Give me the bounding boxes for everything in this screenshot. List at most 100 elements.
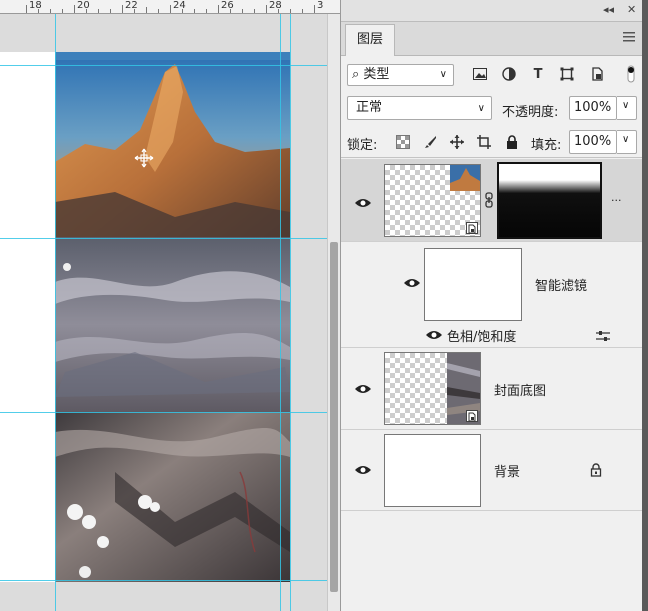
layer-row-cover-base[interactable]: 封面底图	[341, 348, 643, 430]
right-edge-strip	[642, 0, 648, 611]
ruler-tick	[218, 5, 219, 13]
tab-layers[interactable]: 图层	[345, 24, 395, 56]
layer-filter-row: ⌕ 类型 ∨ T	[341, 56, 643, 92]
filter-smart-objects-icon[interactable]	[588, 65, 606, 83]
move-cursor-icon	[134, 148, 154, 168]
layer-name: 背景	[494, 465, 521, 480]
blend-mode-row: 正常 ∨ 不透明度: 100% ∨	[341, 92, 643, 128]
ruler-label: 26	[221, 0, 234, 11]
ruler-label: 20	[77, 0, 90, 11]
lock-image-pixels-brush-icon[interactable]	[421, 133, 439, 151]
guide-line-horizontal[interactable]	[0, 580, 327, 581]
ruler-label: 24	[173, 0, 186, 11]
filter-effect-name[interactable]: 色相/饱和度	[447, 326, 516, 345]
guide-line-horizontal[interactable]	[0, 65, 327, 66]
guide-line-vertical[interactable]	[280, 14, 281, 611]
canvas-area[interactable]: 18 20 22 24 26 28 3	[0, 0, 340, 611]
visibility-eye-icon[interactable]	[425, 329, 443, 341]
ruler-tick	[26, 5, 27, 13]
document-image[interactable]	[55, 52, 290, 582]
canvas-vertical-scrollbar[interactable]	[327, 14, 340, 611]
ruler-tick	[74, 5, 75, 13]
ruler-minor-tick	[194, 9, 195, 13]
ruler-minor-tick	[50, 9, 51, 13]
close-panel-button[interactable]: ✕	[627, 3, 636, 17]
layer-thumbnail[interactable]	[384, 164, 481, 237]
ruler-minor-tick	[158, 9, 159, 13]
layer-thumbnail[interactable]	[384, 434, 481, 507]
lock-label: 锁定:	[347, 138, 378, 153]
ruler-tick	[314, 5, 315, 13]
ruler-minor-tick	[242, 9, 243, 13]
filter-shape-layers-icon[interactable]	[558, 65, 576, 83]
lock-position-move-icon[interactable]	[448, 133, 466, 151]
layer-lock-icon	[590, 463, 602, 477]
chevron-down-icon: ∨	[439, 69, 447, 80]
visibility-eye-icon[interactable]	[354, 197, 372, 209]
visibility-eye-icon[interactable]	[403, 277, 421, 289]
fill-dropdown-button[interactable]: ∨	[617, 130, 637, 154]
smart-filter-mask-thumbnail[interactable]	[424, 248, 522, 321]
collapse-panel-button[interactable]: ◂◂	[603, 3, 614, 17]
ruler-label: 18	[29, 0, 42, 11]
ruler-minor-tick	[38, 9, 39, 13]
layer-row-smart-filters[interactable]: 智能滤镜 色相/饱和度	[341, 243, 643, 347]
ruler-label: 3	[317, 0, 324, 11]
ruler-minor-tick	[62, 9, 63, 13]
ruler-tick	[122, 5, 123, 13]
mask-link-chain-icon[interactable]	[484, 192, 494, 208]
filter-pixel-layers-icon[interactable]	[471, 65, 489, 83]
guide-line-horizontal[interactable]	[0, 412, 327, 413]
layer-mask-thumbnail[interactable]	[497, 162, 602, 239]
layer-filter-kind-select[interactable]: ⌕ 类型 ∨	[347, 64, 454, 86]
ruler-minor-tick	[110, 9, 111, 13]
blend-mode-select[interactable]: 正常 ∨	[347, 96, 492, 120]
smart-object-badge-icon	[466, 410, 478, 422]
horizontal-ruler[interactable]: 18 20 22 24 26 28 3	[0, 0, 340, 14]
guide-line-horizontal[interactable]	[0, 238, 327, 239]
ruler-minor-tick	[98, 9, 99, 13]
ruler-minor-tick	[230, 9, 231, 13]
opacity-dropdown-button[interactable]: ∨	[617, 96, 637, 120]
opacity-label: 不透明度:	[502, 105, 559, 120]
ruler-tick	[266, 5, 267, 13]
lock-row: 锁定: 填充: 100% ∨	[341, 128, 643, 158]
visibility-eye-icon[interactable]	[354, 383, 372, 395]
filter-kind-value: 类型	[363, 67, 390, 82]
filter-adjustment-layers-icon[interactable]	[500, 65, 518, 83]
layer-more-ellipsis: ...	[611, 191, 622, 204]
visibility-eye-icon[interactable]	[354, 464, 372, 476]
ruler-minor-tick	[290, 9, 291, 13]
document-white-area[interactable]	[0, 52, 55, 582]
guide-line-vertical[interactable]	[55, 14, 56, 611]
landscape-photo	[55, 52, 290, 582]
lock-all-icon[interactable]	[503, 133, 521, 151]
ruler-minor-tick	[302, 9, 303, 13]
guide-line-vertical[interactable]	[290, 14, 291, 611]
panel-title-bar: ◂◂ ✕	[341, 0, 643, 22]
ruler-minor-tick	[86, 9, 87, 13]
panel-tab-row: 图层	[341, 22, 643, 56]
filter-blending-options-icon[interactable]	[596, 330, 610, 342]
layer-name: 智能滤镜	[535, 279, 588, 294]
filter-type-layers-icon[interactable]: T	[529, 65, 547, 83]
panel-menu-icon[interactable]	[623, 32, 635, 42]
ruler-minor-tick	[146, 7, 147, 13]
chevron-down-icon: ∨	[622, 100, 630, 111]
ruler-minor-tick	[182, 9, 183, 13]
layer-row-top-smart-object[interactable]: ...	[341, 159, 643, 242]
opacity-input[interactable]: 100%	[569, 96, 617, 120]
lock-artboard-crop-icon[interactable]	[475, 133, 493, 151]
blend-mode-value: 正常	[356, 100, 383, 115]
ruler-minor-tick	[278, 9, 279, 13]
filter-toggle-switch-icon[interactable]	[627, 65, 635, 83]
layers-panel: ◂◂ ✕ 图层 ⌕ 类型 ∨ T 正常 ∨ 不透明度: 100% ∨ 锁定: 填…	[340, 0, 643, 611]
chevron-down-icon: ∨	[622, 134, 630, 145]
smart-object-badge-icon	[466, 222, 478, 234]
layer-thumbnail[interactable]	[384, 352, 481, 425]
layer-row-background[interactable]: 背景	[341, 431, 643, 511]
ruler-tick	[170, 5, 171, 13]
scrollbar-thumb[interactable]	[330, 242, 338, 592]
lock-transparent-pixels-icon[interactable]	[394, 133, 412, 151]
fill-input[interactable]: 100%	[569, 130, 617, 154]
